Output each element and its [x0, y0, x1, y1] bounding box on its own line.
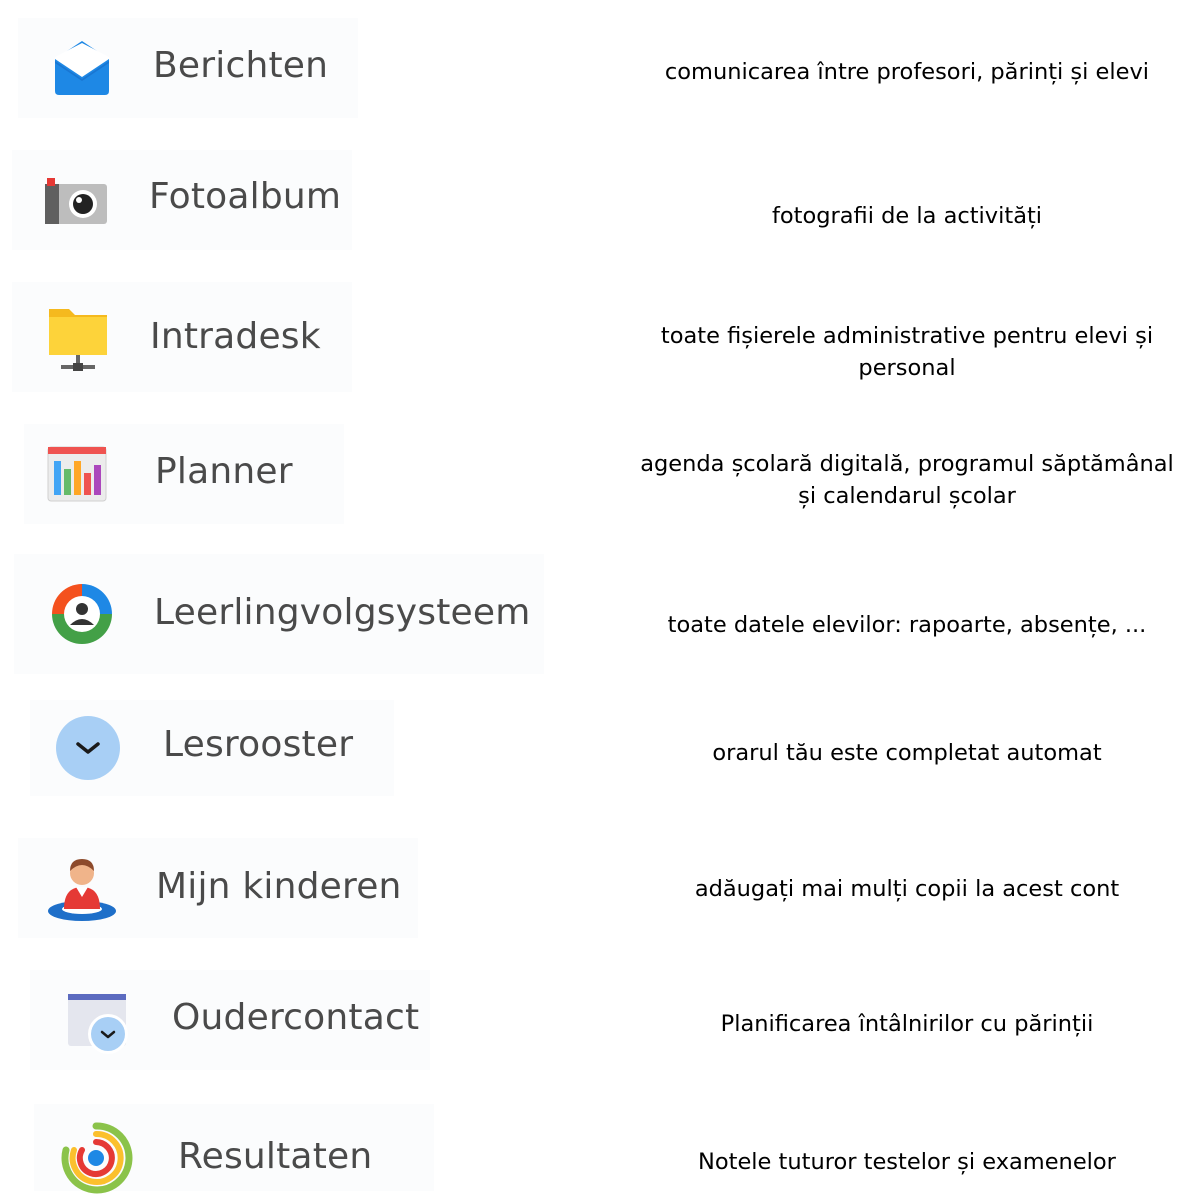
module-label: Mijn kinderen [156, 866, 402, 907]
module-tile-fotoalbum[interactable]: Fotoalbum [12, 150, 352, 250]
module-tile-intradesk[interactable]: Intradesk [12, 282, 352, 392]
module-description: Notele tuturor testelor și examenelor [698, 1149, 1116, 1175]
module-tile-oudercontact[interactable]: Oudercontact [30, 970, 430, 1070]
module-label: Lesrooster [163, 724, 354, 765]
module-description: fotografii de la activități [771, 203, 1043, 229]
module-description: adăugați mai mulți copii la acest cont [694, 876, 1120, 902]
results-rings-icon [58, 1120, 134, 1196]
module-tile-lesrooster[interactable]: Lesrooster [30, 700, 394, 796]
envelope-icon [44, 30, 120, 106]
module-tile-mijn-kinderen[interactable]: Mijn kinderen [18, 838, 418, 938]
module-label: Leerlingvolgsysteem [154, 592, 531, 633]
module-label: Intradesk [150, 316, 321, 357]
module-tile-berichten[interactable]: Berichten [18, 18, 358, 118]
module-tile-resultaten[interactable]: Resultaten [34, 1104, 434, 1194]
module-label: Fotoalbum [149, 176, 342, 217]
module-tile-planner[interactable]: Planner [24, 424, 344, 524]
module-label: Berichten [153, 45, 329, 86]
module-description: orarul tău este completat automat [712, 740, 1102, 766]
module-tile-leerlingvolgsysteem[interactable]: Leerlingvolgsysteem [14, 554, 544, 674]
module-label: Planner [155, 451, 293, 492]
module-description: toate datele elevilor: rapoarte, absențe… [667, 612, 1147, 638]
camera-icon [36, 162, 112, 238]
module-description: comunicarea între profesori, părinți și … [664, 59, 1150, 85]
calendar-chart-icon [38, 436, 114, 512]
calendar-clock-icon [60, 984, 136, 1060]
student-profile-icon [44, 576, 120, 652]
folder-network-icon [40, 300, 116, 376]
module-description: toate fișierele administrative pentru el… [660, 323, 1154, 381]
module-description: Planificarea întâlnirilor cu părinții [720, 1011, 1094, 1037]
child-avatar-icon [44, 850, 120, 926]
module-description: agenda școlară digitală, programul săptă… [640, 451, 1174, 509]
clock-icon [50, 710, 126, 786]
module-label: Oudercontact [172, 997, 420, 1038]
module-label: Resultaten [178, 1136, 373, 1177]
